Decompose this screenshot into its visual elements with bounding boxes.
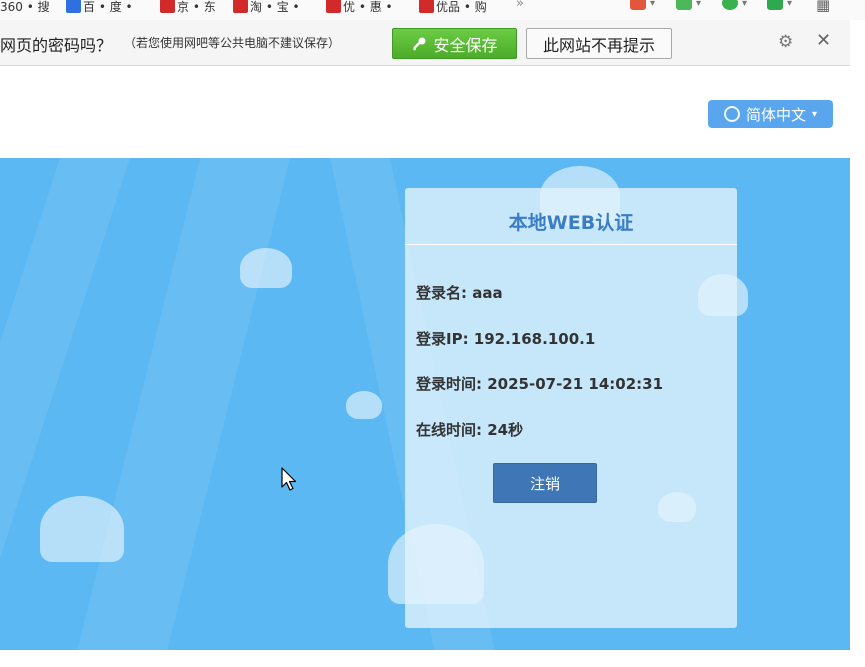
bookmark-label: 360 • 搜 — [0, 0, 50, 14]
bookmark-youpin[interactable]: 优品 • 购 — [419, 0, 487, 15]
globe-icon — [723, 106, 740, 122]
gear-icon[interactable]: ⚙ — [778, 33, 796, 51]
bookmark-label: 京 • 东 — [177, 0, 216, 14]
mouse-cursor-icon — [281, 467, 297, 491]
taobao-icon — [160, 0, 175, 13]
key-icon — [413, 37, 426, 50]
bookmark-label: 优品 • 购 — [436, 0, 487, 14]
bookmark-jd[interactable]: 京 • 东 — [160, 0, 216, 15]
chevron-down-icon: ▾ — [742, 0, 748, 9]
safe-save-button[interactable]: 安全保存 — [392, 28, 517, 59]
bookmark-youhui[interactable]: 优 • 惠 • — [326, 0, 393, 15]
cloud-decoration — [346, 391, 382, 419]
bookmark-baidu[interactable]: 百 • 度 • — [66, 0, 133, 15]
taobao-icon — [233, 0, 248, 13]
scissors-icon — [630, 0, 646, 10]
apps-grid-icon: ▦ — [816, 0, 831, 14]
chevron-down-icon: ▾ — [696, 0, 702, 9]
chevron-down-icon: ▾ — [811, 108, 818, 120]
bookmarks-more-icon[interactable]: » — [516, 0, 524, 11]
apps-tool[interactable]: ▦ — [816, 0, 830, 14]
logout-button[interactable]: 注销 — [493, 463, 597, 503]
bookmark-label: 淘 • 宝 • — [250, 0, 300, 14]
never-remind-button[interactable]: 此网站不再提示 — [526, 28, 672, 59]
online-time-text: 在线时间: 24秒 — [416, 421, 524, 439]
password-save-message: 网页的密码吗？ — [0, 36, 113, 55]
extension-icon — [767, 0, 783, 10]
translate-icon — [676, 0, 692, 10]
login-name-text: 登录名: aaa — [416, 284, 503, 302]
translate-tool[interactable]: ▾ — [676, 0, 701, 10]
scissors-tool[interactable]: ▾ — [630, 0, 655, 10]
password-save-note: （若您使用网吧等公共电脑不建议保存） — [124, 36, 341, 50]
taobao-icon — [326, 0, 341, 13]
shield-tool[interactable]: ▾ — [722, 0, 747, 10]
card-divider — [405, 244, 737, 245]
taobao-icon — [419, 0, 434, 13]
bookmarks-bar: 360 • 搜 百 • 度 • 京 • 东 淘 • 宝 • 优 • 惠 • 优品… — [0, 0, 865, 20]
bookmark-360[interactable]: 360 • 搜 — [0, 0, 50, 15]
login-time-text: 登录时间: 2025-07-21 14:02:31 — [416, 375, 664, 393]
card-title: 本地WEB认证 — [508, 212, 634, 234]
chevron-down-icon: ▾ — [787, 0, 793, 9]
cloud-decoration — [240, 248, 292, 288]
safe-save-label: 安全保存 — [433, 35, 498, 55]
close-icon[interactable]: ✕ — [816, 32, 834, 50]
light-ray — [77, 158, 290, 650]
cloud-decoration — [40, 496, 124, 562]
login-ip-text: 登录IP: 192.168.100.1 — [416, 330, 596, 348]
bookmark-label: 百 • 度 • — [83, 0, 133, 14]
bookmark-taobao[interactable]: 淘 • 宝 • — [233, 0, 300, 15]
auth-info-card: 本地WEB认证 登录名: aaa 登录IP: 192.168.100.1 登录时… — [405, 188, 737, 628]
language-select-button[interactable]: 简体中文 ▾ — [708, 100, 833, 128]
extension-tool[interactable]: ▾ — [767, 0, 792, 10]
chevron-down-icon: ▾ — [650, 0, 656, 9]
password-save-bar: 网页的密码吗？ （若您使用网吧等公共电脑不建议保存） 安全保存 此网站不再提示 … — [0, 20, 850, 66]
shield-icon — [722, 0, 738, 10]
baidu-paw-icon — [66, 0, 81, 13]
bookmark-label: 优 • 惠 • — [343, 0, 393, 14]
language-label: 简体中文 — [745, 105, 806, 124]
